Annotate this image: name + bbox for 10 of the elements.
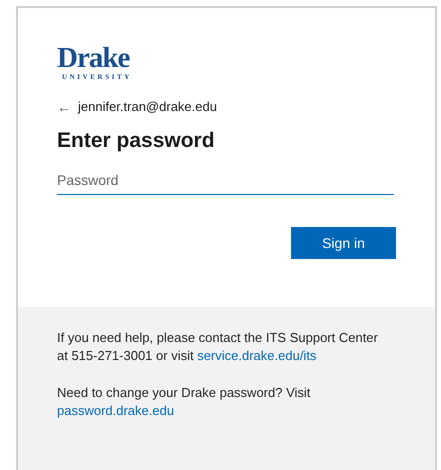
help-text: Need to change your Drake password? Visit password.drake.edu [57,384,312,420]
password-field[interactable]: Password [57,165,394,195]
help-link[interactable]: password.drake.edu [57,403,174,418]
back-arrow-icon[interactable]: ← [57,96,71,118]
logo-wordmark: Drake [57,44,130,73]
help-text: If you need help, please contact the ITS Support Center at 515-271-3001 or visit service.drake.edu/its [57,329,379,365]
help-link[interactable]: service.drake.edu/its [197,348,316,363]
sign-in-button[interactable]: Sign in [291,227,396,259]
page-heading: Enter password [57,128,216,154]
account-email: jennifer.tran@drake.edu [78,98,217,116]
